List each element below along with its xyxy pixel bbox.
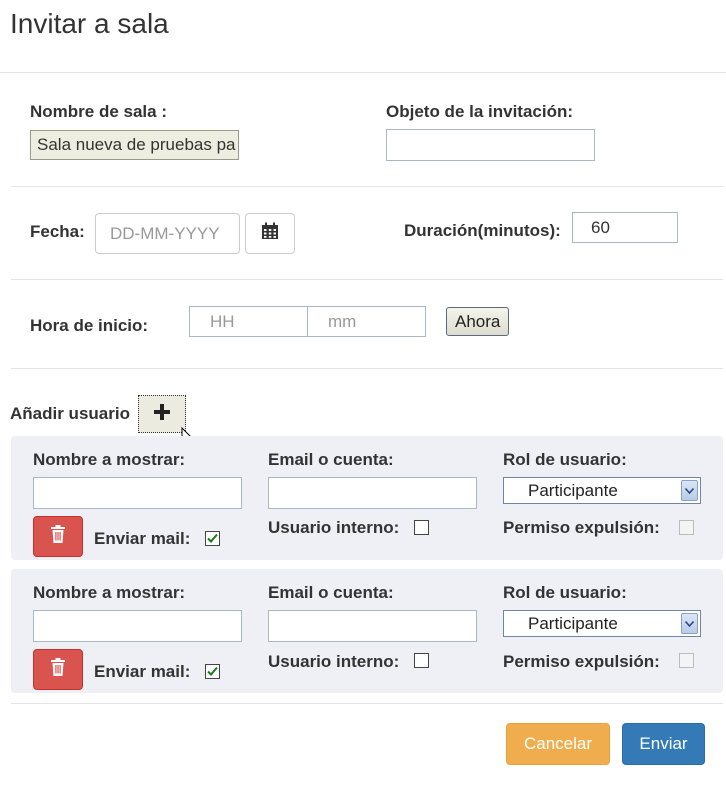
email-field[interactable] <box>268 477 477 509</box>
calendar-icon <box>261 222 279 245</box>
duration-field[interactable]: 60 <box>572 212 678 243</box>
send-mail-checkbox[interactable] <box>205 531 220 546</box>
divider <box>11 186 723 187</box>
display-name-label: Nombre a mostrar: <box>33 450 186 469</box>
chevron-down-icon <box>681 480 698 501</box>
email-label: Email o cuenta: <box>268 583 394 602</box>
email-field[interactable] <box>268 610 477 642</box>
expel-permission-checkbox[interactable] <box>679 653 694 668</box>
role-label: Rol de usuario: <box>503 450 627 469</box>
role-label: Rol de usuario: <box>503 583 627 602</box>
date-input[interactable]: DD-MM-YYYY <box>95 213 240 254</box>
email-label: Email o cuenta: <box>268 450 394 469</box>
send-mail-label: Enviar mail: <box>94 529 191 548</box>
internal-user-checkbox[interactable] <box>414 653 429 668</box>
plus-icon <box>153 403 171 426</box>
minute-input[interactable]: mm <box>307 306 426 337</box>
date-label: Fecha: <box>30 222 85 241</box>
room-name-field[interactable]: Sala nueva de pruebas pa <box>30 130 239 160</box>
trash-icon <box>50 658 66 681</box>
user-row: Nombre a mostrar: Enviar mail: Email o c… <box>11 569 723 693</box>
user-row: Nombre a mostrar: Enviar mail: Email o c… <box>11 436 723 560</box>
add-user-label: Añadir usuario <box>10 404 130 423</box>
hour-input[interactable]: HH <box>189 306 308 337</box>
display-name-field[interactable] <box>33 477 242 509</box>
duration-label: Duración(minutos): <box>404 221 561 240</box>
internal-user-label: Usuario interno: <box>268 518 400 537</box>
expel-permission-label: Permiso expulsión: <box>503 518 660 537</box>
send-button[interactable]: Enviar <box>622 723 705 765</box>
cancel-button[interactable]: Cancelar <box>506 723 610 765</box>
display-name-field[interactable] <box>33 610 242 642</box>
internal-user-checkbox[interactable] <box>414 520 429 535</box>
chevron-down-icon <box>681 613 698 634</box>
add-user-button[interactable] <box>138 395 186 433</box>
trash-icon <box>50 525 66 548</box>
calendar-button[interactable] <box>245 213 295 254</box>
now-button[interactable]: Ahora <box>446 307 510 336</box>
delete-user-button[interactable] <box>33 516 83 557</box>
internal-user-label: Usuario interno: <box>268 652 400 671</box>
room-name-label: Nombre de sala : <box>30 102 167 121</box>
subject-label: Objeto de la invitación: <box>386 102 574 121</box>
display-name-label: Nombre a mostrar: <box>33 583 186 602</box>
start-time-label: Hora de inicio: <box>30 316 149 335</box>
expel-permission-label: Permiso expulsión: <box>503 652 660 671</box>
send-mail-label: Enviar mail: <box>94 662 191 681</box>
subject-field[interactable] <box>386 129 595 161</box>
divider <box>11 279 723 280</box>
divider <box>11 368 723 369</box>
title-divider <box>0 72 726 73</box>
footer-divider <box>11 703 723 704</box>
delete-user-button[interactable] <box>33 649 83 690</box>
send-mail-checkbox[interactable] <box>205 664 220 679</box>
expel-permission-checkbox[interactable] <box>679 520 694 535</box>
role-selected: Participante <box>528 613 618 633</box>
dialog-title: Invitar a sala <box>10 8 169 39</box>
role-select[interactable]: Participante <box>503 477 701 504</box>
role-selected: Participante <box>528 480 618 500</box>
role-select[interactable]: Participante <box>503 610 701 637</box>
